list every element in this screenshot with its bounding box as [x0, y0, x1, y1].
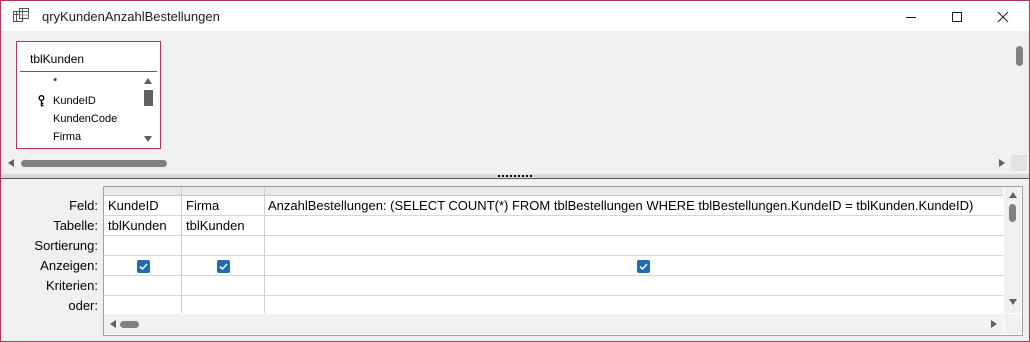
grid-row-divider [104, 255, 1003, 256]
splitter-grip-icon[interactable] [498, 175, 534, 177]
diagram-vertical-scrollbar[interactable] [1011, 31, 1027, 155]
close-icon [997, 11, 1009, 23]
scrollbar-corner [1011, 155, 1027, 171]
field-cell[interactable]: Firma [186, 198, 219, 213]
scroll-up-icon[interactable] [144, 78, 152, 84]
checkbox-checked-icon [139, 263, 148, 270]
scrollbar-corner [1004, 314, 1021, 334]
design-grid-pane: Feld: Tabelle: Sortierung: Anzeigen: Kri… [1, 179, 1029, 341]
query-design-grid[interactable]: KundeID tblKunden Firma tblKunden Anzahl… [103, 186, 1023, 336]
field-list-item[interactable]: * [53, 76, 57, 88]
row-label-oder: oder: [68, 298, 98, 313]
row-label-tabelle: Tabelle: [53, 218, 98, 233]
field-list-item[interactable]: KundenCode [53, 113, 117, 125]
scroll-right-icon[interactable] [999, 159, 1005, 167]
window-title: qryKundenAnzahlBestellungen [42, 9, 220, 24]
query-design-icon [13, 8, 29, 23]
table-title-divider [20, 71, 157, 72]
table-cell[interactable]: tblKunden [108, 218, 167, 233]
scroll-right-icon[interactable] [991, 320, 997, 328]
maximize-button[interactable] [934, 1, 980, 31]
maximize-icon [952, 12, 962, 22]
field-list-scrollbar[interactable] [141, 75, 155, 145]
minimize-icon [906, 17, 916, 18]
row-label-feld: Feld: [69, 198, 98, 213]
scroll-left-icon[interactable] [8, 159, 14, 167]
row-label-sortierung: Sortierung: [34, 238, 98, 253]
grid-column-divider[interactable] [181, 187, 182, 313]
table-cell[interactable]: tblKunden [186, 218, 245, 233]
scroll-down-icon[interactable] [144, 136, 152, 142]
checkbox-checked-icon [219, 263, 228, 270]
query-design-window: qryKundenAnzahlBestellungen tblKunden * [0, 0, 1030, 342]
row-label-kriterien: Kriterien: [45, 278, 98, 293]
scroll-thumb[interactable] [120, 321, 139, 328]
grid-row-divider [104, 235, 1003, 236]
scroll-down-icon[interactable] [1009, 299, 1017, 305]
show-checkbox[interactable] [137, 260, 150, 273]
field-list-item[interactable]: KundeID [53, 95, 96, 107]
close-button[interactable] [980, 1, 1026, 31]
table-name[interactable]: tblKunden [30, 52, 84, 66]
diagram-horizontal-scrollbar[interactable] [1, 155, 1011, 171]
grid-vertical-scrollbar[interactable] [1004, 187, 1021, 313]
grid-row-divider [104, 275, 1003, 276]
table-field-list[interactable]: tblKunden * KundeID KundenCode Firma [16, 41, 161, 149]
grid-row-divider [104, 295, 1003, 296]
show-checkbox[interactable] [637, 260, 650, 273]
scroll-up-icon[interactable] [1009, 192, 1017, 198]
show-checkbox[interactable] [217, 260, 230, 273]
title-bar[interactable]: qryKundenAnzahlBestellungen [1, 1, 1029, 31]
grid-horizontal-scrollbar[interactable] [104, 314, 1003, 334]
key-icon [38, 94, 45, 107]
scroll-left-icon[interactable] [110, 320, 116, 328]
table-diagram-pane[interactable]: tblKunden * KundeID KundenCode Firma [1, 31, 1029, 174]
column-selector-bar[interactable] [104, 187, 1003, 196]
grid-column-divider[interactable] [264, 187, 265, 313]
scroll-thumb[interactable] [1009, 204, 1016, 222]
scroll-thumb[interactable] [144, 90, 153, 106]
checkbox-checked-icon [639, 263, 648, 270]
field-list-item[interactable]: Firma [53, 131, 81, 143]
field-cell[interactable]: KundeID [108, 198, 159, 213]
scroll-thumb[interactable] [1016, 46, 1023, 66]
grid-row-divider [104, 215, 1003, 216]
scroll-thumb[interactable] [21, 160, 167, 167]
minimize-button[interactable] [888, 1, 934, 31]
row-label-anzeigen: Anzeigen: [40, 258, 98, 273]
field-cell[interactable]: AnzahlBestellungen: (SELECT COUNT(*) FRO… [268, 198, 973, 213]
